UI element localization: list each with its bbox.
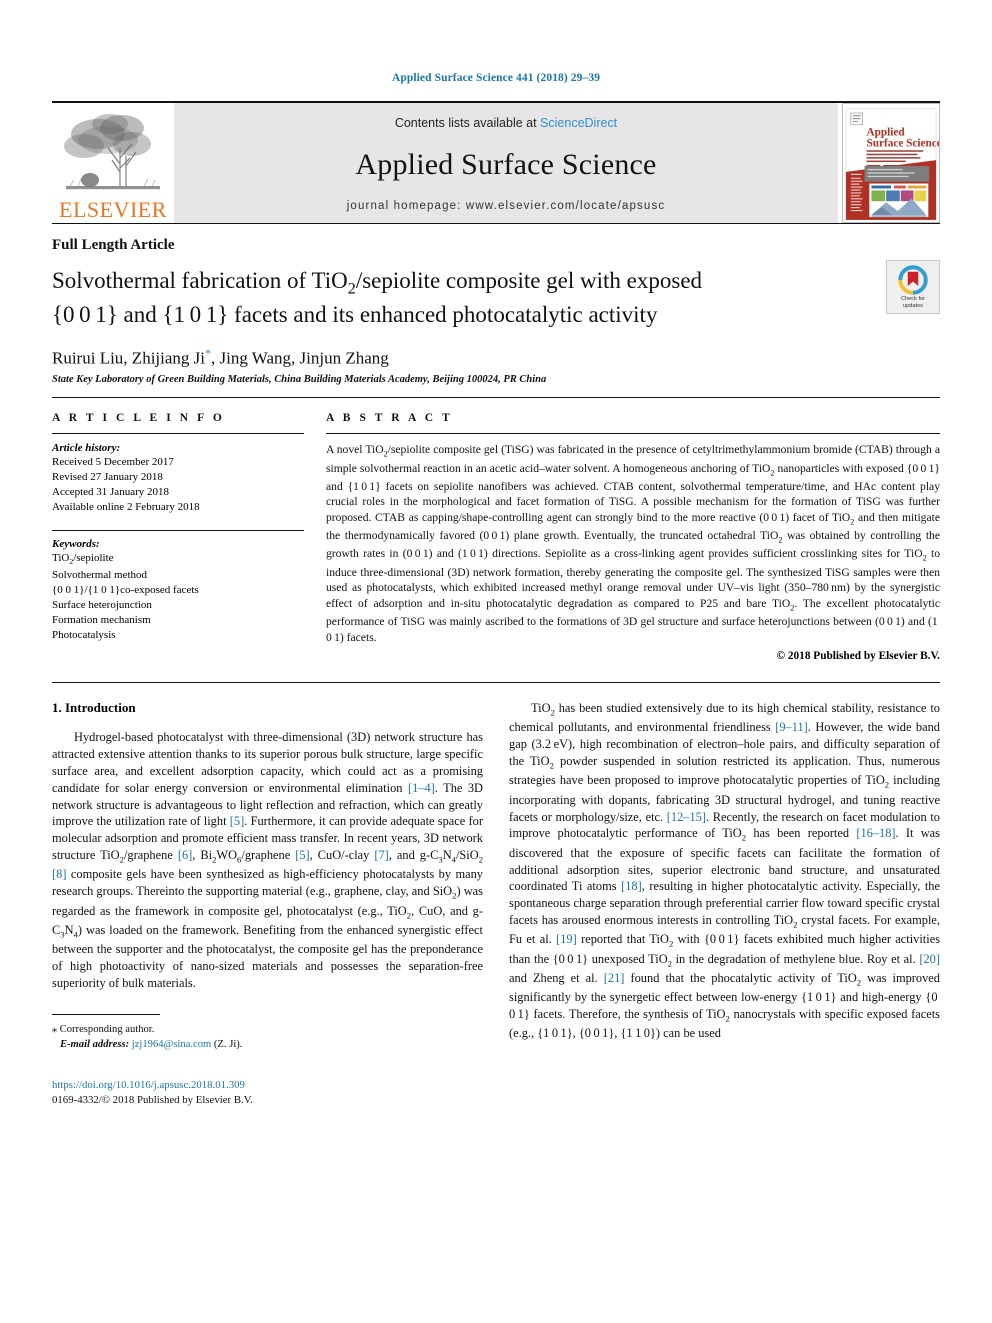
citation-ref[interactable]: [1–4]	[408, 781, 435, 795]
citation-ref[interactable]: [21]	[604, 971, 625, 985]
keyword-item: Solvothermal method	[52, 568, 148, 581]
crossmark-badge[interactable]: Check for updates	[886, 260, 940, 314]
elsevier-tree-icon	[64, 114, 160, 190]
journal-cover-thumbnail[interactable]: Applied Surface Science	[842, 103, 940, 223]
history-available-online: Available online 2 February 2018	[52, 501, 200, 514]
article-history-label: Article history:	[52, 442, 121, 455]
abstract-rule	[326, 433, 940, 435]
crossmark-label: Check for updates	[901, 296, 925, 310]
page-title: Solvothermal fabrication of TiO2/sepioli…	[52, 268, 703, 328]
history-accepted: Accepted 31 January 2018	[52, 486, 169, 499]
svg-text:Surface Science: Surface Science	[867, 137, 939, 149]
citation-ref[interactable]: [8]	[52, 867, 66, 881]
journal-masthead: ELSEVIER Contents lists available at Sci…	[52, 101, 940, 223]
body-column-left: 1. Introduction Hydrogel-based photocata…	[52, 700, 483, 1108]
running-head: Applied Surface Science 441 (2018) 29–39	[391, 72, 601, 84]
keyword-item: Surface heterojunction	[52, 598, 152, 611]
article-type-label: Full Length Article	[52, 237, 175, 253]
citation-ref[interactable]: [12–15]	[667, 810, 706, 824]
contents-prefix: Contents lists available at	[394, 116, 541, 130]
keyword-item: Formation mechanism	[52, 613, 151, 626]
email-suffix: (Z. Ji).	[213, 1039, 243, 1051]
title-block: Full Length Article Solvothermal fabrica…	[52, 224, 940, 385]
footnote-star: ⁎	[52, 1023, 57, 1035]
citation-ref[interactable]: [9–11]	[775, 720, 808, 734]
affiliation: State Key Laboratory of Green Building M…	[52, 374, 547, 386]
journal-homepage-line[interactable]: journal homepage: www.elsevier.com/locat…	[347, 200, 666, 212]
footnote-rule	[52, 1013, 160, 1015]
abstract-column: A B S T R A C T A novel TiO2/sepiolite c…	[326, 412, 940, 662]
elsevier-logo: ELSEVIER	[52, 103, 174, 223]
doi-issn-block: https://doi.org/10.1016/j.apsusc.2018.01…	[52, 1078, 253, 1108]
crossmark-icon	[898, 264, 928, 295]
history-revised: Revised 27 January 2018	[52, 471, 163, 484]
journal-title: Applied Surface Science	[355, 148, 657, 181]
keyword-item: Photocatalysis	[52, 628, 116, 641]
citation-ref[interactable]: [7]	[374, 848, 388, 862]
citation-ref[interactable]: [19]	[556, 932, 577, 946]
body-paragraph: TiO2 has been studied extensively due to…	[509, 701, 941, 1041]
history-received: Received 5 December 2017	[52, 456, 174, 469]
sciencedirect-link[interactable]: ScienceDirect	[540, 116, 617, 130]
crossmark-label-line2: updates	[903, 302, 923, 309]
email-label: E-mail address:	[59, 1039, 130, 1051]
body-column-right: TiO2 has been studied extensively due to…	[509, 700, 940, 1108]
authors-head: Ruirui Liu, Zhijiang Ji	[52, 348, 205, 368]
authors-tail: , Jing Wang, Jinjun Zhang	[211, 348, 389, 368]
corresponding-author-footnote: ⁎ Corresponding author. E-mail address: …	[52, 1022, 483, 1053]
masthead-center: Contents lists available at ScienceDirec…	[174, 103, 838, 223]
footnote-corresponding-text: Corresponding author.	[59, 1023, 155, 1035]
keywords-label: Keywords:	[52, 538, 100, 551]
contents-available-line: Contents lists available at ScienceDirec…	[395, 116, 617, 130]
doi-link[interactable]: https://doi.org/10.1016/j.apsusc.2018.01…	[52, 1078, 253, 1093]
citation-ref[interactable]: [5]	[295, 848, 309, 862]
citation-ref[interactable]: [18]	[621, 879, 642, 893]
author-list: Ruirui Liu, Zhijiang Ji*, Jing Wang, Jin…	[52, 346, 940, 369]
section-heading-introduction: 1. Introduction	[52, 700, 136, 716]
citation-ref[interactable]: [20]	[919, 952, 940, 966]
cover-art: Applied Surface Science	[843, 105, 939, 222]
abstract-heading: A B S T R A C T	[326, 412, 453, 425]
info-abstract-row: A R T I C L E I N F O Article history: R…	[52, 397, 940, 662]
abstract-text: A novel TiO2/sepiolite composite gel (Ti…	[326, 443, 941, 644]
elsevier-wordmark: ELSEVIER	[59, 197, 167, 222]
body-columns: 1. Introduction Hydrogel-based photocata…	[52, 682, 940, 1108]
abstract-copyright: © 2018 Published by Elsevier B.V.	[776, 650, 940, 663]
article-info-heading: A R T I C L E I N F O	[52, 412, 225, 425]
article-info-column: A R T I C L E I N F O Article history: R…	[52, 412, 304, 662]
keywords-rule	[52, 530, 304, 532]
crossmark-label-line1: Check for	[901, 295, 925, 302]
keyword-item: TiO2/sepiolite	[52, 552, 114, 567]
article-info-rule	[52, 433, 304, 435]
citation-ref[interactable]: [5]	[230, 814, 244, 828]
body-paragraph: Hydrogel-based photocatalyst with three-…	[52, 730, 484, 990]
issn-copyright-line: 0169-4332/© 2018 Published by Elsevier B…	[52, 1094, 253, 1107]
citation-ref[interactable]: [16–18]	[856, 826, 895, 840]
author-email-link[interactable]: jzj1964@sina.com	[132, 1039, 211, 1050]
article-page: Applied Surface Science 441 (2018) 29–39	[0, 0, 992, 1323]
citation-ref[interactable]: [6]	[178, 848, 192, 862]
keyword-item: {0 0 1}/{1 0 1}co-exposed facets	[52, 583, 199, 596]
